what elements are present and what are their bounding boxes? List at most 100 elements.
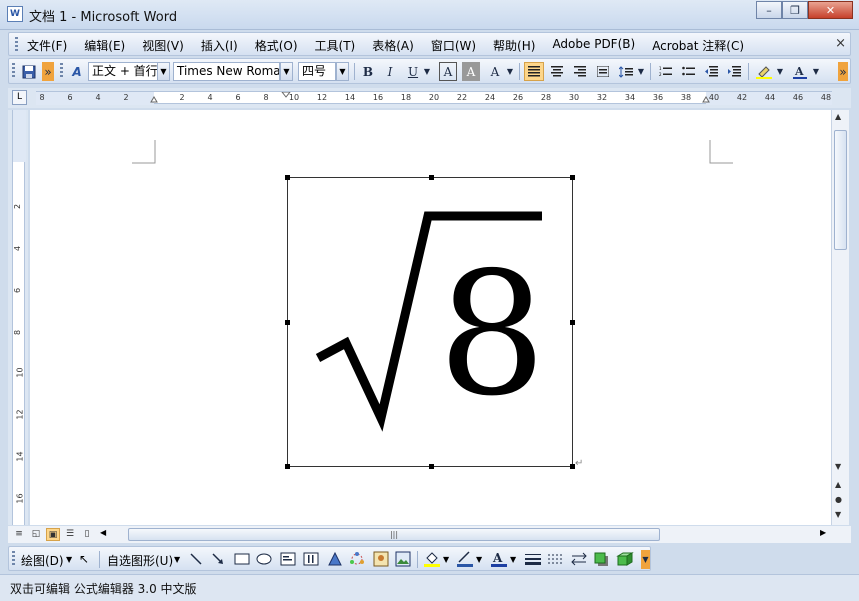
line-color-icon[interactable] [456,550,474,568]
drawing-toolbar-options-icon[interactable]: ▼ [641,550,650,569]
horizontal-scrollbar[interactable]: ≡ ◱ ▣ ☰ ▯ ◀ ||| ▶ [8,526,851,543]
line-icon[interactable] [189,552,203,566]
align-right-icon[interactable] [570,62,590,81]
line-color-dropdown-icon[interactable]: ▼ [476,555,482,564]
document-page[interactable]: 8 ↵ [30,110,831,525]
drawing-font-color-icon[interactable]: A [490,550,508,568]
fill-color-dropdown-icon[interactable]: ▼ [443,555,449,564]
document-close-button[interactable]: × [835,36,846,51]
save-icon[interactable] [20,62,38,81]
scroll-up-icon[interactable]: ▲ [835,112,841,121]
menu-view[interactable]: 视图(V) [142,37,184,54]
horizontal-ruler[interactable]: L 8 6 4 2 2 4 6 8 10 12 14 16 18 20 22 2… [8,88,851,108]
vertical-scroll-thumb[interactable] [834,130,847,250]
rectangle-icon[interactable] [234,552,250,566]
char-scale-dropdown-icon[interactable]: ▼ [505,62,515,81]
textbox-icon[interactable] [280,552,296,566]
drawing-toolbar-grip[interactable] [12,551,15,566]
align-center-icon[interactable] [547,62,567,81]
oval-icon[interactable] [256,552,272,566]
menu-window[interactable]: 窗口(W) [431,37,476,54]
underline-button[interactable]: U [404,62,422,81]
resize-handle-s[interactable] [429,464,434,469]
outline-view-icon[interactable]: ☰ [63,528,77,541]
restore-button[interactable]: ❐ [782,1,808,19]
diagram-icon[interactable] [349,551,365,567]
arrow-icon[interactable] [211,552,225,566]
line-spacing-icon[interactable] [616,62,636,81]
toolbar-options-icon[interactable]: » [838,62,848,81]
fill-color-icon[interactable] [423,550,441,568]
resize-handle-sw[interactable] [285,464,290,469]
font-combo[interactable]: Times New Roman [173,62,280,81]
char-shading-button[interactable]: A [462,62,480,81]
numbering-icon[interactable]: 12 [655,62,675,81]
normal-view-icon[interactable]: ≡ [12,528,26,541]
clipart-icon[interactable] [373,551,389,567]
web-view-icon[interactable]: ◱ [29,528,43,541]
bold-button[interactable]: B [359,62,377,81]
style-dropdown-icon[interactable]: ▼ [157,62,170,81]
bullets-icon[interactable] [678,62,698,81]
char-scale-button[interactable]: A [485,62,505,81]
word-app-icon[interactable]: W [7,6,23,22]
toolbar-grip-handle-2[interactable] [60,63,63,79]
3d-style-icon[interactable] [616,551,634,567]
autoshapes-menu-button[interactable]: 自选图形(U) [107,552,173,569]
vertical-textbox-icon[interactable] [303,552,319,566]
dash-style-icon[interactable] [547,552,565,566]
menu-file[interactable]: 文件(F) [27,37,67,54]
vertical-ruler-strip[interactable]: 2 4 6 8 10 12 14 16 [12,110,26,525]
print-layout-view-icon[interactable]: ▣ [46,528,60,541]
char-border-button[interactable]: A [439,62,457,81]
resize-handle-w[interactable] [285,320,290,325]
vertical-ruler[interactable]: 2 4 6 8 10 12 14 16 [8,110,28,525]
distributed-align-icon[interactable] [593,62,613,81]
menu-acrobat-comments[interactable]: Acrobat 注释(C) [652,37,744,54]
equation-object[interactable]: 8 [285,175,575,469]
menu-edit[interactable]: 编辑(E) [84,37,125,54]
menu-grip-handle[interactable] [15,37,18,51]
highlight-dropdown-icon[interactable]: ▼ [775,62,785,81]
close-button[interactable]: ✕ [808,1,853,19]
toolbar-options-chevron-icon[interactable]: » [42,62,54,81]
increase-indent-icon[interactable] [724,62,744,81]
font-size-dropdown-icon[interactable]: ▼ [336,62,349,81]
style-combo[interactable]: 正文 + 首行 [88,62,158,81]
drawing-font-color-dropdown-icon[interactable]: ▼ [510,555,516,564]
shadow-style-icon[interactable] [593,551,611,567]
underline-dropdown-icon[interactable]: ▼ [422,62,432,81]
insert-picture-icon[interactable] [395,551,411,567]
scroll-left-icon[interactable]: ◀ [100,528,106,537]
previous-page-icon[interactable]: ▲ [835,480,841,489]
highlight-icon[interactable] [753,62,775,81]
select-objects-icon[interactable]: ↖ [79,552,89,566]
decrease-indent-icon[interactable] [701,62,721,81]
draw-menu-button[interactable]: 绘图(D) [21,552,64,569]
tab-selector-icon[interactable]: L [12,90,27,105]
font-color-icon[interactable]: A [789,62,811,81]
menu-insert[interactable]: 插入(I) [201,37,238,54]
select-browse-object-icon[interactable]: ● [835,495,842,504]
font-color-dropdown-icon[interactable]: ▼ [811,62,821,81]
draw-dropdown-icon[interactable]: ▼ [66,555,72,564]
styles-pane-icon[interactable]: A [67,62,87,81]
menu-adobe-pdf[interactable]: Adobe PDF(B) [552,37,635,54]
next-page-icon[interactable]: ▼ [835,510,841,519]
italic-button[interactable]: I [381,62,399,81]
menu-help[interactable]: 帮助(H) [493,37,535,54]
line-spacing-dropdown-icon[interactable]: ▼ [636,62,646,81]
resize-handle-nw[interactable] [285,175,290,180]
font-size-combo[interactable]: 四号 [298,62,336,81]
minimize-button[interactable]: – [756,1,782,19]
line-style-icon[interactable] [524,552,542,566]
autoshapes-dropdown-icon[interactable]: ▼ [174,555,180,564]
wordart-icon[interactable] [327,551,343,567]
vertical-scrollbar[interactable]: ▲ ▼ ▲ ● ▼ [831,110,849,525]
reading-view-icon[interactable]: ▯ [80,528,94,541]
arrow-style-icon[interactable] [570,552,588,566]
menu-table[interactable]: 表格(A) [372,37,414,54]
ruler-strip[interactable]: 8 6 4 2 2 4 6 8 10 12 14 16 18 20 22 24 … [36,91,832,105]
font-dropdown-icon[interactable]: ▼ [280,62,293,81]
toolbar-grip-handle[interactable] [12,63,15,79]
